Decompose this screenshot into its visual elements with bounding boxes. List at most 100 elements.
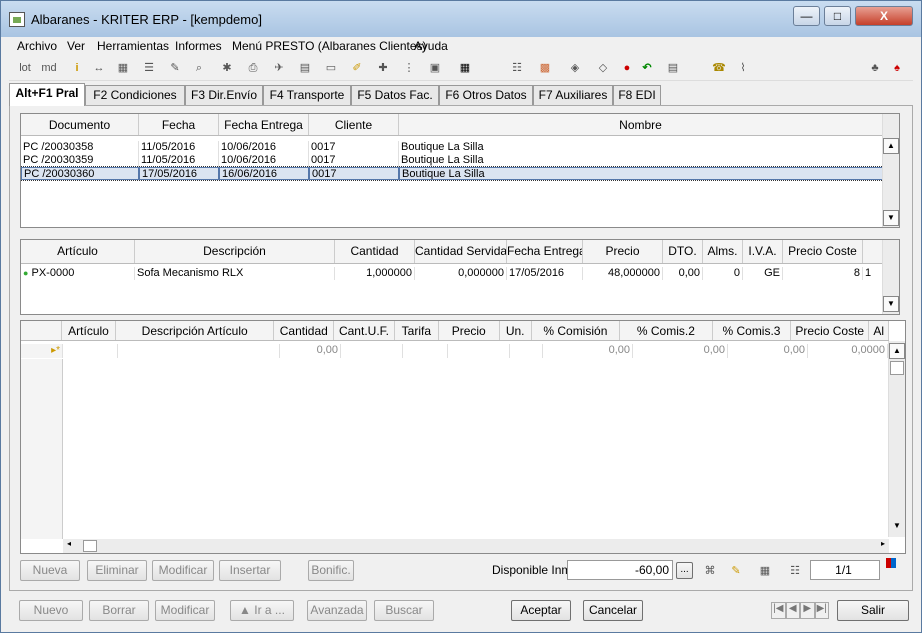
hierarchy-icon[interactable]: ☷ <box>509 60 525 76</box>
col-extra[interactable] <box>863 240 883 263</box>
disponible-field[interactable]: -60,00 <box>567 560 673 580</box>
scroll-thumb[interactable] <box>890 361 904 375</box>
col-descripcion-articulo[interactable]: Descripción Artículo <box>116 321 275 340</box>
borrar-button[interactable]: Borrar <box>89 600 149 621</box>
table-row[interactable]: PC /20030359 11/05/2016 10/06/2016 0017 … <box>21 154 883 167</box>
table-icon[interactable]: ▦ <box>757 563 773 579</box>
undo-icon[interactable]: ↶ <box>639 60 655 76</box>
window-icon[interactable]: ▭ <box>323 60 339 76</box>
md-button[interactable]: md <box>39 60 59 76</box>
lot-button[interactable]: lot <box>15 60 35 76</box>
col-articulo[interactable]: Artículo <box>62 321 116 340</box>
col-cantidad[interactable]: Cantidad <box>274 321 335 340</box>
tab-condiciones[interactable]: F2 Condiciones <box>85 85 185 105</box>
col-tarifa[interactable]: Tarifa <box>395 321 439 340</box>
cancelar-button[interactable]: Cancelar <box>583 600 643 621</box>
col-alms[interactable]: Alms. <box>703 240 743 263</box>
modificar-line-button[interactable]: Modificar <box>152 560 214 581</box>
col-un[interactable]: Un. <box>500 321 532 340</box>
col-al[interactable]: Al <box>869 321 889 340</box>
tab-auxiliares[interactable]: F7 Auxiliares <box>533 85 613 105</box>
last-record-icon[interactable]: ▶| <box>814 602 829 619</box>
minimize-button[interactable]: — <box>793 6 820 26</box>
avanzada-button[interactable]: Avanzada <box>307 600 367 621</box>
col-fecha-entrega[interactable]: Fecha Entrega <box>219 114 309 135</box>
salir-button[interactable]: Salir <box>837 600 909 621</box>
col-precio[interactable]: Precio <box>439 321 500 340</box>
scroll-down-icon[interactable]: ▼ <box>883 296 899 312</box>
col-cantidad-servida[interactable]: Cantidad Servida <box>415 240 507 263</box>
first-record-icon[interactable]: |◀ <box>771 602 786 619</box>
disponible-lookup-button[interactable]: ... <box>676 562 693 579</box>
grid-icon[interactable]: ▦ <box>457 60 473 76</box>
scroll-left-icon[interactable]: ◂ <box>67 539 71 548</box>
col-documento[interactable]: Documento <box>21 114 139 135</box>
buscar-button[interactable]: Buscar <box>374 600 434 621</box>
col-comis-3[interactable]: % Comis.3 <box>713 321 792 340</box>
plugin-icon[interactable]: ♣ <box>867 60 883 76</box>
col-fecha-entrega[interactable]: Fecha Entrega <box>507 240 583 263</box>
cell-precio[interactable] <box>448 344 510 358</box>
col-precio-coste[interactable]: Precio Coste <box>791 321 870 340</box>
menu-presto[interactable]: Menú PRESTO (Albaranes Clientes) <box>232 39 427 53</box>
paperclip-icon[interactable]: ⌇ <box>735 60 751 76</box>
table-row[interactable]: ● PX-0000 Sofa Mecanismo RLX 1,000000 0,… <box>21 267 883 280</box>
prev-record-icon[interactable]: ◀ <box>785 602 800 619</box>
nueva-button[interactable]: Nueva <box>20 560 80 581</box>
col-descripcion[interactable]: Descripción <box>135 240 335 263</box>
cell-cantidad[interactable]: 0,00 <box>280 344 341 358</box>
cell-un[interactable] <box>510 344 543 358</box>
col-cantidad[interactable]: Cantidad <box>335 240 415 263</box>
new-row[interactable]: ▸* 0,00 0,00 0,00 0,00 0,0000 <box>21 344 905 358</box>
dot-icon[interactable]: ● <box>619 60 635 76</box>
scroll-up-icon[interactable]: ▲ <box>889 343 905 359</box>
list-icon[interactable]: ☰ <box>141 60 157 76</box>
pencil-icon[interactable]: ✎ <box>728 563 744 579</box>
nuevo-button[interactable]: Nuevo <box>19 600 83 621</box>
note-icon[interactable]: ▤ <box>297 60 313 76</box>
cell-cant-uf[interactable] <box>341 344 403 358</box>
calendar-icon[interactable]: ▦ <box>115 60 131 76</box>
col-nombre[interactable]: Nombre <box>399 114 883 135</box>
table-row-selected[interactable]: PC /20030360 17/05/2016 16/06/2016 0017 … <box>21 166 884 181</box>
scroll-down-icon[interactable]: ▼ <box>889 519 905 535</box>
tab-datos-fac[interactable]: F5 Datos Fac. <box>351 85 439 105</box>
preview-icon[interactable]: ⌕ <box>191 60 207 76</box>
cell-precio-coste[interactable]: 0,0000 <box>808 344 888 358</box>
col-comision[interactable]: % Comisión <box>532 321 620 340</box>
col-fecha[interactable]: Fecha <box>139 114 219 135</box>
menu-ayuda[interactable]: Ayuda <box>414 39 448 53</box>
edit-icon[interactable]: ✎ <box>167 60 183 76</box>
document-icon[interactable]: ▤ <box>665 60 681 76</box>
menu-informes[interactable]: Informes <box>175 39 222 53</box>
eliminar-button[interactable]: Eliminar <box>87 560 147 581</box>
col-precio[interactable]: Precio <box>583 240 663 263</box>
cell-comis-3[interactable]: 0,00 <box>728 344 808 358</box>
col-precio-coste[interactable]: Precio Coste <box>783 240 863 263</box>
next-record-icon[interactable]: ▶ <box>800 602 815 619</box>
col-cliente[interactable]: Cliente <box>309 114 399 135</box>
colors-icon[interactable] <box>886 558 896 568</box>
tab-pral[interactable]: Alt+F1 Pral <box>9 83 85 106</box>
tab-dir-envio[interactable]: F3 Dir.Envío <box>185 85 263 105</box>
phone-icon[interactable]: ☎ <box>711 60 727 76</box>
close-button[interactable]: X <box>855 6 913 26</box>
binoculars-icon[interactable]: ⌘ <box>702 563 718 579</box>
cell-articulo[interactable] <box>63 344 118 358</box>
star-icon[interactable]: ✱ <box>219 60 235 76</box>
col-articulo[interactable]: Artículo <box>21 240 135 263</box>
componentes-scrollbar[interactable]: ▲ ▼ <box>888 341 905 537</box>
eraser-icon[interactable]: ◇ <box>595 60 611 76</box>
col-comis-2[interactable]: % Comis.2 <box>620 321 713 340</box>
table-row[interactable]: PC /20030358 11/05/2016 10/06/2016 0017 … <box>21 141 883 154</box>
tab-transporte[interactable]: F4 Transporte <box>263 85 351 105</box>
albaranes-grid[interactable]: Documento Fecha Fecha Entrega Cliente No… <box>20 113 900 228</box>
screen-icon[interactable]: ▣ <box>427 60 443 76</box>
tree-view-icon[interactable]: ☷ <box>787 563 803 579</box>
cell-descripcion[interactable] <box>118 344 280 358</box>
highlight-icon[interactable]: ✐ <box>349 60 365 76</box>
tab-edi[interactable]: F8 EDI <box>613 85 661 105</box>
lineas-grid[interactable]: Artículo Descripción Cantidad Cantidad S… <box>20 239 900 315</box>
resize-icon[interactable]: ↔ <box>91 60 107 76</box>
print-icon[interactable]: ⎙ <box>245 60 261 76</box>
